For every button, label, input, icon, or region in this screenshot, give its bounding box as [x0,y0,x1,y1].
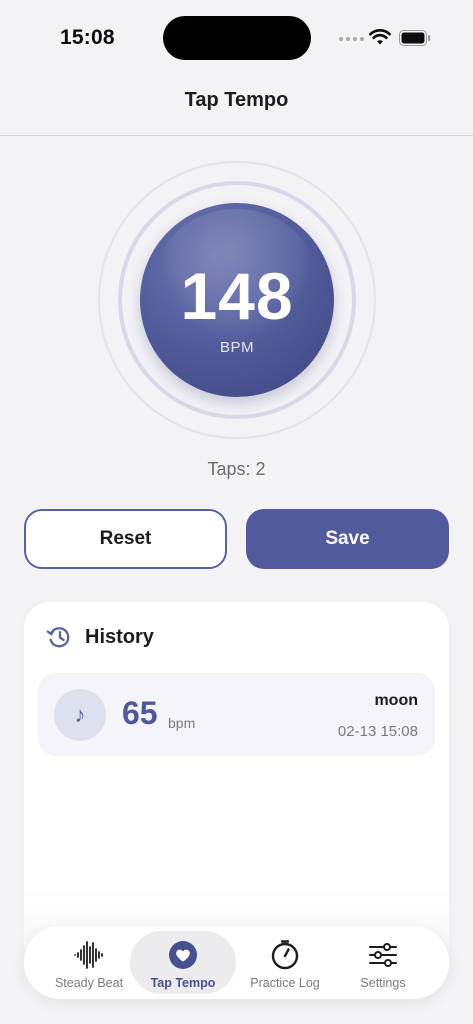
tab-tap-tempo[interactable]: Tap Tempo [130,931,236,994]
waveform-icon [74,941,103,969]
battery-icon [399,30,431,46]
reset-button[interactable]: Reset [24,509,227,569]
entry-avatar: ♪ [54,689,106,741]
cellular-signal-icon [339,37,364,41]
tap-button[interactable]: 148 BPM [140,203,334,397]
tab-label: Practice Log [250,976,320,990]
wifi-icon [369,29,391,45]
tab-bar: Steady Beat Tap Tempo Practice Log Setti… [24,926,449,999]
history-title: History [85,626,154,648]
tab-settings[interactable]: Settings [330,931,436,994]
tab-steady-beat[interactable]: Steady Beat [36,931,142,994]
bpm-value: 148 [180,259,294,333]
dynamic-island [163,16,311,60]
entry-bpm-unit: bpm [168,715,196,731]
timer-icon [271,940,299,970]
sliders-icon [369,943,397,967]
bpm-unit-label: BPM [219,339,254,356]
status-time: 15:08 [60,26,115,49]
tab-label: Steady Beat [54,976,124,990]
entry-timestamp: 02-13 15:08 [337,723,418,740]
music-note-icon: ♪ [74,702,86,727]
page-title: Tap Tempo [184,89,289,111]
tab-practice-log[interactable]: Practice Log [232,931,338,994]
tab-label: Settings [360,976,406,990]
tap-count-label: Taps: 2 [207,459,266,479]
history-entry[interactable]: ♪ 65 bpm moon 02-13 15:08 [38,673,435,756]
history-icon [46,627,70,648]
tab-label: Tap Tempo [150,976,216,990]
save-button[interactable]: Save [246,509,449,569]
entry-bpm-value: 65 [122,695,158,731]
entry-name: moon [374,692,418,709]
status-bar: 15:08 [0,0,473,80]
header-divider [0,135,473,136]
heart-icon [169,941,197,969]
